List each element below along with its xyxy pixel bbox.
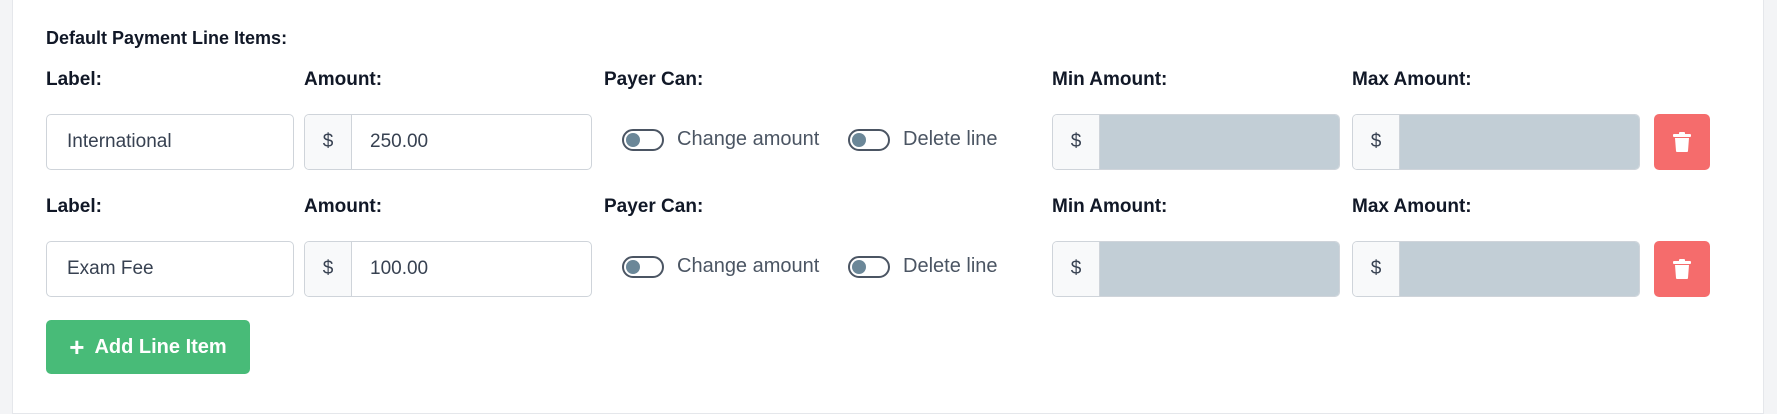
toggle-switch[interactable] [848,255,890,278]
max-amount-input[interactable] [1400,115,1639,169]
delete-line-toggle[interactable]: Delete line [848,128,998,151]
add-line-item-button[interactable]: + Add Line Item [46,320,250,374]
section-title: Default Payment Line Items: [46,28,288,48]
delete-line-button[interactable] [1654,241,1710,297]
line-item-row: Label: Amount: Payer Can: Min Amount: Ma… [0,191,1777,297]
currency-addon: $ [1053,115,1100,169]
delete-line-button[interactable] [1654,114,1710,170]
toggle-switch[interactable] [622,255,664,278]
currency-addon: $ [305,115,352,169]
line-item-row: Label: Amount: Payer Can: Min Amount: Ma… [0,64,1777,170]
max-amount-input-group: $ [1352,241,1640,297]
max-amount-caption: Max Amount: [1352,196,1472,217]
currency-addon: $ [305,242,352,296]
add-line-item-label: Add Line Item [94,335,227,358]
change-amount-label: Change amount [677,255,820,277]
label-input[interactable]: International [46,114,294,170]
change-amount-toggle[interactable]: Change amount [622,128,819,151]
min-amount-caption: Min Amount: [1052,69,1168,90]
amount-caption: Amount: [304,196,383,217]
delete-line-label: Delete line [903,128,998,150]
label-caption: Label: [46,196,102,217]
trash-icon [1673,259,1691,279]
amount-caption: Amount: [304,69,383,90]
currency-addon: $ [1053,242,1100,296]
min-amount-input[interactable] [1100,115,1339,169]
payer-can-caption: Payer Can: [604,69,704,90]
change-amount-label: Change amount [677,128,820,150]
payer-can-caption: Payer Can: [604,196,704,217]
min-amount-input-group: $ [1052,241,1340,297]
max-amount-input[interactable] [1400,242,1639,296]
amount-input-group: $ 100.00 [304,241,592,297]
max-amount-input-group: $ [1352,114,1640,170]
currency-addon: $ [1353,115,1400,169]
amount-input[interactable]: 250.00 [352,115,591,169]
delete-line-toggle[interactable]: Delete line [848,255,998,278]
currency-addon: $ [1353,242,1400,296]
plus-icon: + [69,332,85,362]
min-amount-input[interactable] [1100,242,1339,296]
amount-input[interactable]: 100.00 [352,242,591,296]
delete-line-label: Delete line [903,255,998,277]
min-amount-input-group: $ [1052,114,1340,170]
label-caption: Label: [46,69,102,90]
label-input[interactable]: Exam Fee [46,241,294,297]
amount-input-group: $ 250.00 [304,114,592,170]
max-amount-caption: Max Amount: [1352,69,1472,90]
trash-icon [1673,132,1691,152]
toggle-switch[interactable] [622,128,664,151]
toggle-switch[interactable] [848,128,890,151]
min-amount-caption: Min Amount: [1052,196,1168,217]
change-amount-toggle[interactable]: Change amount [622,255,819,278]
